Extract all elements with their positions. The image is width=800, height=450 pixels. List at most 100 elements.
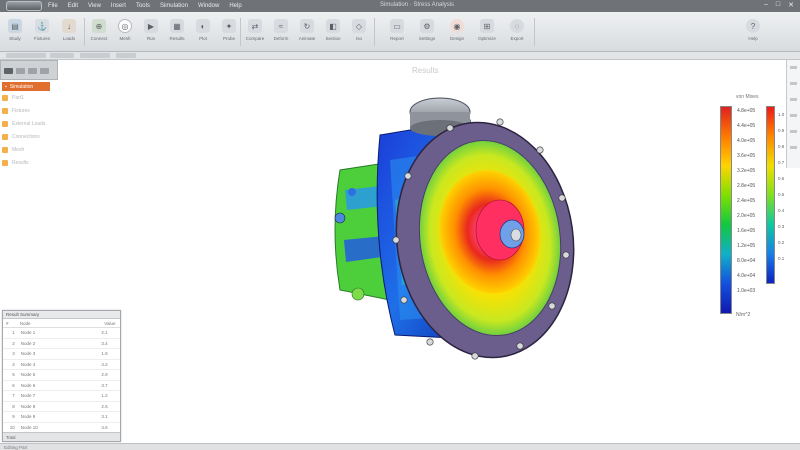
- maximize-icon[interactable]: □: [776, 1, 780, 9]
- table-row[interactable]: 6 Node 6 3.7: [3, 381, 120, 391]
- stress-legend: von Mises 4.8e+05 4.4e+05 4.0e+05 3.6e+0…: [720, 94, 790, 320]
- configuration-manager-tab[interactable]: [28, 68, 37, 74]
- ribbon-button-results[interactable]: ▦ Results: [164, 14, 190, 50]
- close-icon[interactable]: ✕: [788, 1, 794, 9]
- task-pane-tab[interactable]: [790, 146, 797, 149]
- tree-item[interactable]: Part1: [2, 91, 62, 104]
- tree-item[interactable]: Connections: [2, 130, 62, 143]
- task-pane-tab[interactable]: [790, 66, 797, 69]
- graphics-viewport[interactable]: [300, 80, 600, 380]
- legend-title: von Mises: [736, 94, 759, 100]
- display-manager-tab[interactable]: [40, 68, 49, 74]
- command-tab[interactable]: [50, 53, 74, 58]
- ribbon-button-compare[interactable]: ⇄ Compare: [242, 14, 268, 50]
- ribbon-button-design[interactable]: ◉ Design: [444, 14, 470, 50]
- menu-help[interactable]: Help: [229, 3, 241, 9]
- part-icon: [2, 94, 8, 101]
- menu-window[interactable]: Window: [198, 3, 219, 9]
- ribbon-separator: [84, 18, 85, 46]
- app-logo[interactable]: [6, 1, 42, 11]
- ribbon-button-optimize[interactable]: ⊞ Optimize: [474, 14, 500, 50]
- legend-value: 3.2e+05: [737, 168, 756, 174]
- ribbon-button-export[interactable]: ◌ Export: [504, 14, 530, 50]
- export-icon: ◌: [510, 19, 524, 33]
- column-header[interactable]: Node: [17, 319, 101, 327]
- ribbon-separator: [374, 18, 375, 46]
- ribbon-button-help[interactable]: ? Help: [740, 14, 766, 50]
- command-tab-bar: [0, 52, 800, 60]
- ribbon-button-report[interactable]: ▭ Report: [384, 14, 410, 50]
- plot-icon: ◐: [196, 19, 210, 33]
- minimize-icon[interactable]: –: [764, 1, 768, 9]
- property-manager-tab[interactable]: [16, 68, 25, 74]
- task-pane-tab[interactable]: [790, 114, 797, 117]
- task-pane-tab[interactable]: [790, 82, 797, 85]
- ribbon-button-section[interactable]: ◧ Section: [320, 14, 346, 50]
- legend-value: 0.3: [778, 224, 785, 229]
- ribbon-button-animate[interactable]: ↻ Animate: [294, 14, 320, 50]
- table-row[interactable]: 8 Node 8 2.5: [3, 402, 120, 412]
- table-row[interactable]: 2 Node 2 3.4: [3, 339, 120, 349]
- task-pane-tab[interactable]: [790, 130, 797, 133]
- mesh-icon: ◎: [118, 19, 132, 33]
- ribbon-button-probe[interactable]: ✦ Probe: [216, 14, 242, 50]
- legend-value: 0.2: [778, 240, 785, 245]
- feature-tree: ▪ Simulation Part1 Fixtures External Loa…: [2, 82, 62, 169]
- ribbon-button-plot[interactable]: ◐ Plot: [190, 14, 216, 50]
- legend-value: 3.6e+05: [737, 153, 756, 159]
- menu-tools[interactable]: Tools: [136, 3, 150, 9]
- legend-value: 1.6e+05: [737, 228, 756, 234]
- menu-insert[interactable]: Insert: [111, 3, 126, 9]
- results-table-panel: Result Summary # Node Value 1 Node 1 2.1 2…: [2, 310, 121, 442]
- ribbon-button-deform[interactable]: ≈ Deform: [268, 14, 294, 50]
- ribbon-button-study[interactable]: ▤ Study: [2, 14, 28, 50]
- ribbon-button-mesh[interactable]: ◎ Mesh: [112, 14, 138, 50]
- command-tab[interactable]: [116, 53, 136, 58]
- legend-color-bar-primary: [720, 106, 732, 314]
- mesh-icon: [2, 146, 8, 153]
- feature-manager-tab[interactable]: [4, 68, 13, 74]
- menu-simulation[interactable]: Simulation: [160, 3, 188, 9]
- ribbon-button-run[interactable]: ▶ Run: [138, 14, 164, 50]
- ribbon-button-fixtures[interactable]: ⚓ Fixtures: [29, 14, 55, 50]
- table-row[interactable]: 4 Node 4 4.2: [3, 360, 120, 370]
- simulation-icon: ▪: [5, 83, 7, 90]
- connection-icon: [2, 133, 8, 140]
- window-title: Simulation · Stress Analysis: [380, 2, 455, 8]
- menu-bar: File Edit View Insert Tools Simulation W…: [48, 3, 242, 9]
- table-row[interactable]: 3 Node 3 1.8: [3, 349, 120, 360]
- table-row[interactable]: 1 Node 1 2.1: [3, 328, 120, 339]
- tree-item[interactable]: Fixtures: [2, 104, 62, 117]
- tree-item[interactable]: Mesh: [2, 143, 62, 156]
- simulation-app-window: File Edit View Insert Tools Simulation W…: [0, 0, 800, 450]
- column-header[interactable]: Value: [101, 319, 120, 327]
- task-pane-tab[interactable]: [790, 98, 797, 101]
- probe-icon: ✦: [222, 19, 236, 33]
- ribbon-button-iso[interactable]: ◇ Iso: [346, 14, 372, 50]
- menu-view[interactable]: View: [88, 3, 101, 9]
- legend-color-bar-secondary: [766, 106, 775, 284]
- feature-manager-header: [0, 60, 58, 80]
- table-row[interactable]: 9 Node 9 3.1: [3, 412, 120, 423]
- legend-value: 8.0e+04: [737, 258, 756, 264]
- column-header[interactable]: #: [3, 319, 17, 327]
- command-tab[interactable]: [80, 53, 110, 58]
- load-icon: ↓: [62, 19, 76, 33]
- ribbon-button-loads[interactable]: ↓ Loads: [56, 14, 82, 50]
- legend-value: 1.0e+03: [737, 288, 756, 294]
- table-row[interactable]: 5 Node 5 2.9: [3, 370, 120, 381]
- settings-icon: ⚙: [420, 19, 434, 33]
- ribbon-button-connect[interactable]: ⊕ Connect: [86, 14, 112, 50]
- results-table-title: Result Summary: [3, 311, 120, 319]
- menu-file[interactable]: File: [48, 3, 58, 9]
- menu-edit[interactable]: Edit: [68, 3, 78, 9]
- ribbon-separator: [240, 18, 241, 46]
- tree-item[interactable]: Results: [2, 156, 62, 169]
- tree-root-item[interactable]: ▪ Simulation: [2, 82, 50, 91]
- tree-item[interactable]: External Loads: [2, 117, 62, 130]
- legend-value: 0.5: [778, 192, 785, 197]
- ribbon-button-settings[interactable]: ⚙ Settings: [414, 14, 440, 50]
- command-tab[interactable]: [6, 53, 46, 58]
- table-row[interactable]: 7 Node 7 1.2: [3, 391, 120, 402]
- title-bar: File Edit View Insert Tools Simulation W…: [0, 0, 800, 12]
